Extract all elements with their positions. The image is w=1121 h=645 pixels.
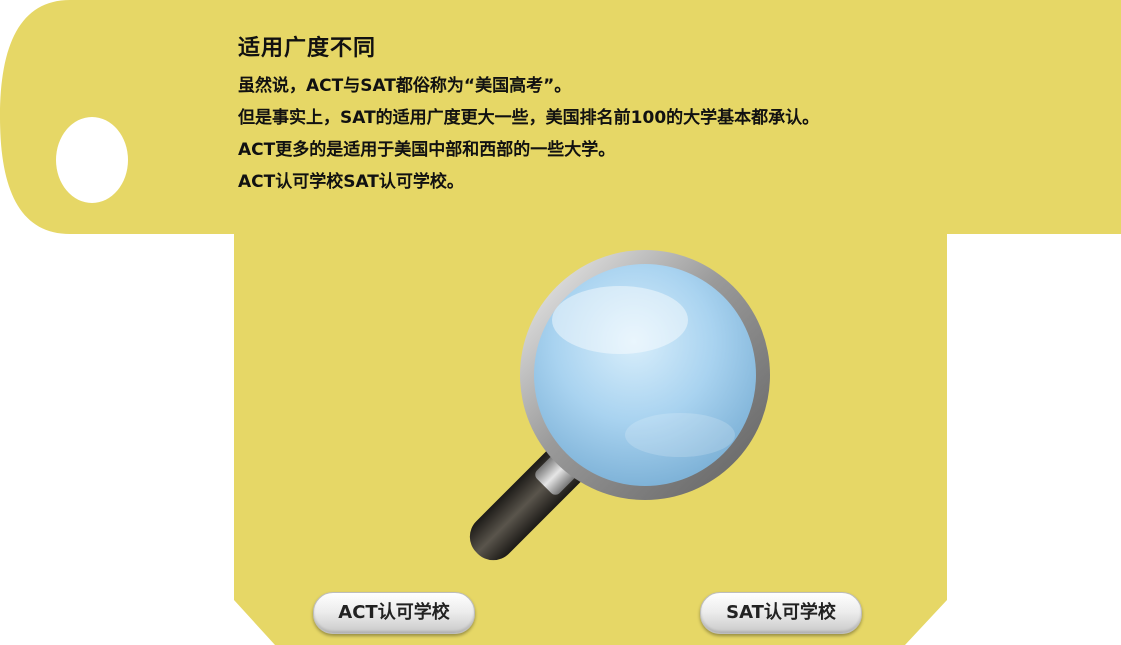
magnifying-glass-icon — [469, 250, 770, 561]
tag-hole — [56, 117, 128, 203]
sat-schools-button[interactable]: SAT认可学校 — [700, 592, 862, 634]
act-schools-button[interactable]: ACT认可学校 — [313, 592, 475, 634]
section-title: 适用广度不同 — [238, 36, 377, 61]
info-line-4: ACT认可学校SAT认可学校。 — [238, 172, 464, 192]
lens-reflection — [625, 413, 735, 457]
info-line-1: 虽然说，ACT与SAT都俗称为“美国高考”。 — [238, 76, 572, 96]
info-line-2: 但是事实上，SAT的适用广度更大一些，美国排名前100的大学基本都承认。 — [238, 108, 820, 128]
lens-highlight — [552, 286, 688, 354]
info-text-block: 适用广度不同 虽然说，ACT与SAT都俗称为“美国高考”。 但是事实上，SAT的… — [238, 30, 819, 198]
info-line-3: ACT更多的是适用于美国中部和西部的一些大学。 — [238, 140, 616, 160]
